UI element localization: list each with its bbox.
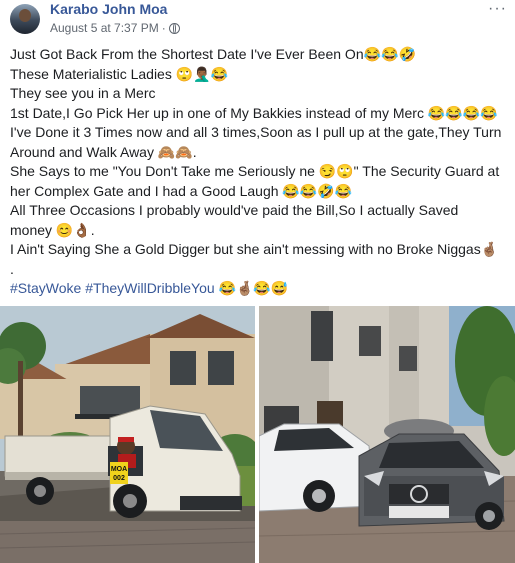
more-options-icon[interactable]: ···: [488, 0, 507, 18]
truck-sticker-line1: MOA: [111, 466, 127, 473]
post-text-line: money 😊👌🏾.: [10, 221, 95, 238]
globe-icon: [168, 22, 180, 34]
post-text-line: I Ain't Saying She a Gold Digger but she…: [10, 241, 499, 257]
post-text-line: Just Got Back From the Shortest Date I'v…: [10, 46, 416, 62]
post-timestamp[interactable]: August 5 at 7:37 PM: [50, 21, 159, 35]
meta-separator: ·: [161, 21, 166, 35]
truck-photo-image: MOA 002: [0, 306, 255, 563]
photo-truck[interactable]: MOA 002: [0, 306, 255, 563]
post-text-line: I've Done it 3 Times now and all 3 times…: [10, 124, 502, 140]
post-text-line: her Complex Gate and I had a Good Laugh …: [10, 182, 353, 199]
post-text-line: She Says to me "You Don't Take me Seriou…: [10, 163, 500, 179]
photo-grid: MOA 002: [0, 306, 515, 563]
hashtag-emojis: 😂🤞🏽😂😅: [214, 280, 289, 296]
author-avatar[interactable]: [10, 4, 40, 34]
hashtag-they-will-dribble-you[interactable]: #TheyWillDribbleYou: [85, 280, 214, 296]
post-body: Just Got Back From the Shortest Date I'v…: [10, 45, 510, 299]
hashtag-stay-woke[interactable]: #StayWoke: [10, 280, 81, 296]
post-text-line: They see you in a Merc: [10, 85, 156, 101]
post-text-line: Around and Walk Away 🙈🙈.: [10, 143, 197, 160]
post-text-line: .: [10, 260, 14, 277]
truck-sticker-line2: 002: [113, 475, 125, 482]
hashtag-line: #StayWoke #TheyWillDribbleYou 😂🤞🏽😂😅: [10, 279, 510, 299]
photo-cars[interactable]: [259, 306, 515, 563]
post-text-line: These Materialistic Ladies 🙄🤦🏾‍♂️😂: [10, 65, 229, 82]
cars-photo-image: [259, 306, 515, 563]
author-name[interactable]: Karabo John Moa: [50, 1, 167, 17]
post-text-line: 1st Date,I Go Pick Her up in one of My B…: [10, 104, 498, 121]
post-meta: August 5 at 7:37 PM ·: [50, 21, 180, 35]
post-text-line: All Three Occasions I probably would've …: [10, 202, 459, 218]
